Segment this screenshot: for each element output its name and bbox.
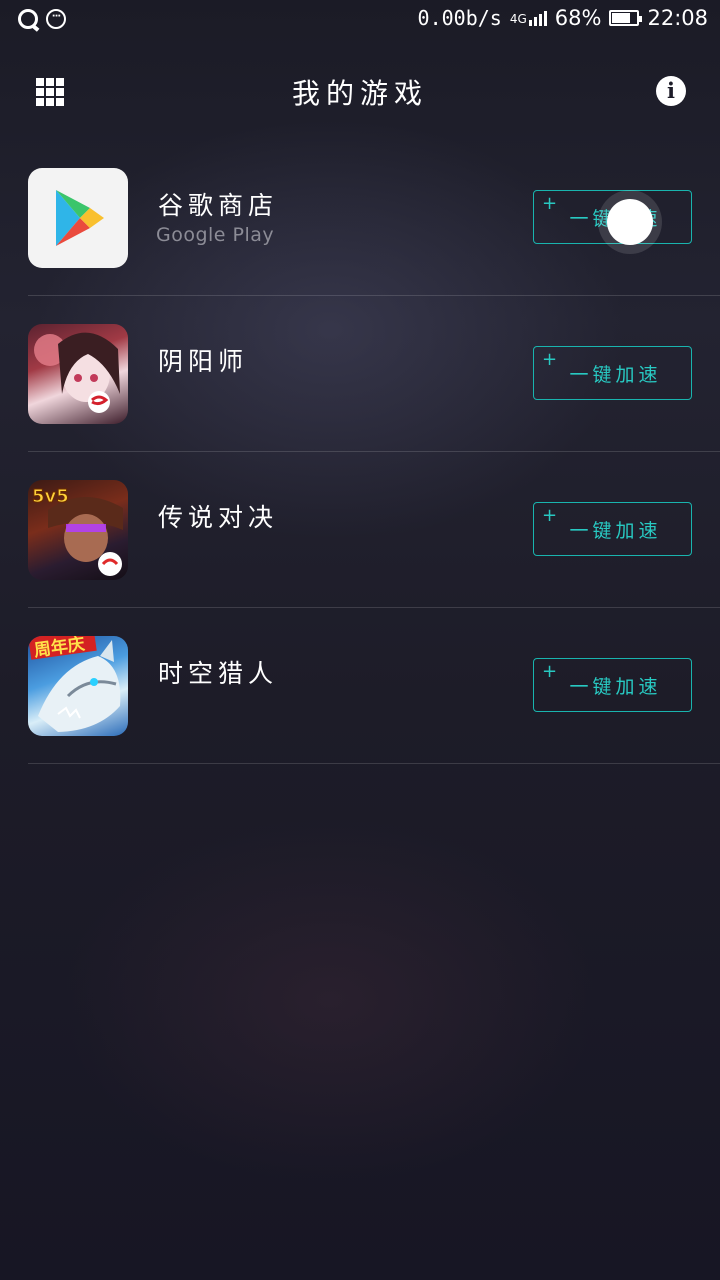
list-item[interactable]: 5v5 传说对决 + 一键加速	[0, 452, 720, 608]
signal-icon: 4G	[509, 10, 547, 26]
page-title: 我的游戏	[291, 77, 428, 110]
info-icon[interactable]: i	[656, 76, 686, 106]
net-speed: 0.00b/s	[417, 6, 502, 30]
qq-notification-icon	[18, 9, 38, 29]
game-name: 时空猎人	[158, 659, 279, 688]
boost-button[interactable]: + 一键加速	[533, 346, 692, 400]
clock: 22:08	[647, 6, 708, 30]
boost-button-label: 一键加速	[569, 520, 662, 542]
game-subtitle: Google Play	[156, 224, 275, 246]
boost-button-label: 一键加速	[569, 676, 662, 698]
network-type: 4G	[509, 11, 527, 26]
game-name: 谷歌商店	[158, 191, 279, 220]
icon-badge-text: 周年庆	[33, 636, 86, 661]
google-play-icon	[28, 168, 128, 268]
status-right: 0.00b/s 4G 68% 22:08	[418, 6, 708, 30]
list-item[interactable]: 周年庆 时空猎人 + 一键加速	[0, 608, 720, 764]
arena-of-valor-icon: 5v5	[28, 480, 128, 580]
boost-button[interactable]: + 一键加速	[533, 502, 692, 556]
battery-percent: 68%	[554, 6, 602, 30]
message-notification-icon: ···	[46, 9, 66, 29]
game-name: 阴阳师	[158, 347, 249, 376]
time-hunter-icon: 周年庆	[28, 636, 128, 736]
boost-button-label: 一键加速	[569, 364, 662, 386]
game-name: 传说对决	[158, 503, 279, 532]
touch-indicator	[607, 199, 653, 245]
boost-button[interactable]: + 一键加速	[533, 658, 692, 712]
divider	[28, 763, 720, 764]
list-item[interactable]: 阴阳师 + 一键加速	[0, 296, 720, 452]
icon-badge-text: 5v5	[32, 486, 69, 507]
status-left-icons: ···	[18, 9, 66, 29]
battery-icon	[609, 10, 643, 26]
onmyoji-icon	[28, 324, 128, 424]
status-bar: ··· 0.00b/s 4G 68% 22:08	[0, 0, 720, 42]
app-header: 我的游戏 i	[0, 58, 720, 124]
